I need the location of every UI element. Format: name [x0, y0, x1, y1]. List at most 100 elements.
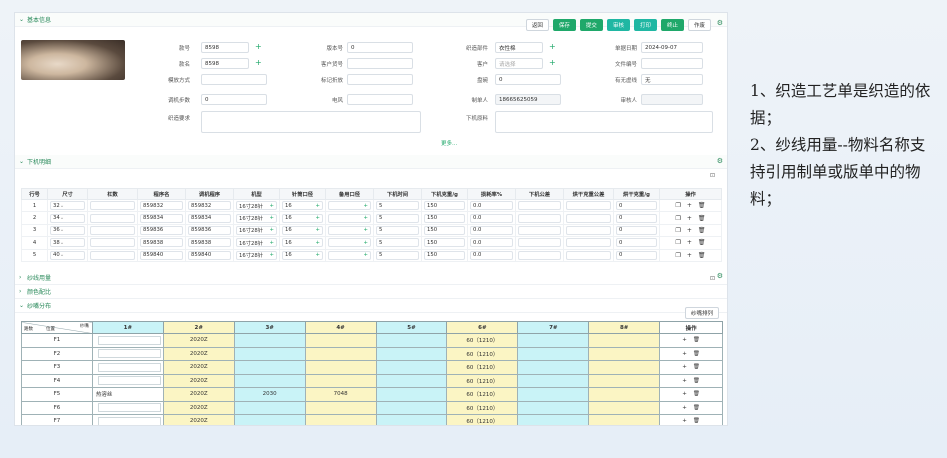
customer-select[interactable]: 请选择 [495, 58, 543, 69]
yarn-cell[interactable] [91, 373, 164, 388]
yarn-cell[interactable] [517, 360, 590, 375]
delete-icon[interactable]: 🗑 [693, 351, 700, 357]
cell-input[interactable]: 859836 [140, 225, 183, 235]
table-cell[interactable]: + [325, 223, 374, 238]
yarn-cell[interactable] [233, 346, 306, 361]
table-cell[interactable]: + [325, 248, 374, 262]
cell-input[interactable] [90, 250, 135, 260]
copy-icon[interactable]: ❐ [675, 252, 680, 259]
stop-button[interactable]: 终止 [660, 19, 684, 31]
table-cell[interactable] [563, 211, 614, 225]
table-cell[interactable]: 36 ⌄ [47, 223, 88, 238]
cell-input[interactable] [566, 201, 611, 211]
add-icon[interactable]: + [316, 240, 322, 246]
yarn-cell[interactable] [91, 360, 164, 375]
yarn-cell[interactable]: 2020Z [162, 387, 235, 402]
gear-icon[interactable]: ⚙ [717, 157, 723, 165]
cell-input[interactable]: 859832 [140, 201, 183, 211]
cell-input[interactable]: + [328, 225, 371, 235]
yarn-cell[interactable] [233, 333, 306, 348]
cell-input[interactable] [566, 238, 611, 248]
cell-input[interactable]: 0.0 [470, 250, 513, 260]
void-button[interactable]: 作废 [687, 19, 711, 31]
cell-input[interactable] [90, 201, 135, 211]
version-input[interactable]: 0 [347, 42, 413, 53]
audit-button[interactable]: 审核 [606, 19, 630, 31]
add-icon[interactable]: + [316, 215, 322, 221]
yarn-cell[interactable]: 60（1210） [446, 400, 519, 415]
yarn-cell[interactable]: 60（1210） [446, 333, 519, 348]
yarn-input[interactable] [97, 335, 161, 345]
yarn-cell[interactable]: 2020Z [162, 373, 235, 388]
table-cell[interactable]: 150 [421, 248, 468, 262]
yarn-cell[interactable] [375, 414, 448, 425]
add-icon[interactable]: + [687, 239, 692, 246]
add-icon[interactable]: + [687, 252, 692, 259]
yarn-cell[interactable] [588, 373, 661, 388]
yarn-cell[interactable]: 2020Z [162, 346, 235, 361]
cell-input[interactable]: 859834 [140, 213, 183, 223]
plate-input[interactable]: 0 [495, 74, 561, 85]
table-cell[interactable] [563, 248, 614, 262]
table-cell[interactable] [87, 223, 138, 238]
table-cell[interactable]: 150 [421, 223, 468, 238]
add-icon[interactable]: + [270, 227, 276, 233]
table-cell[interactable]: 16 + [279, 223, 326, 238]
add-icon[interactable]: + [364, 203, 370, 209]
table-cell[interactable]: + [325, 198, 374, 213]
add-icon[interactable]: + [316, 252, 322, 258]
yarn-cell[interactable] [304, 400, 377, 415]
yarn-cell[interactable] [517, 400, 590, 415]
delete-icon[interactable]: 🗑 [693, 418, 700, 424]
yarn-cell[interactable] [91, 333, 164, 348]
yarn-cell[interactable] [375, 360, 448, 375]
delete-icon[interactable]: 🗑 [693, 405, 700, 411]
add-icon[interactable]: + [270, 252, 276, 258]
add-icon[interactable]: + [687, 215, 692, 222]
yarn-cell[interactable] [375, 346, 448, 361]
yarn-cell[interactable] [588, 346, 661, 361]
cell-input[interactable]: + [328, 213, 371, 223]
yarn-cell[interactable]: 60（1210） [446, 346, 519, 361]
cell-input[interactable]: 16 + [282, 213, 323, 223]
table-cell[interactable]: 859836 [185, 223, 234, 238]
delete-icon[interactable]: 🗑 [698, 227, 706, 234]
delete-icon[interactable]: 🗑 [693, 391, 700, 397]
submit-button[interactable]: 提交 [579, 19, 603, 31]
yarn-cell[interactable] [588, 400, 661, 415]
table-cell[interactable] [515, 223, 564, 238]
yarn-input[interactable] [97, 349, 161, 359]
table-cell[interactable]: 150 [421, 211, 468, 225]
yarn-cell[interactable]: 2020Z [162, 360, 235, 375]
add-icon[interactable]: + [682, 337, 687, 343]
cell-input[interactable] [90, 238, 135, 248]
table-cell[interactable] [563, 223, 614, 238]
mark-input[interactable] [347, 74, 413, 85]
more-link[interactable]: 更多... [441, 139, 457, 147]
cell-input[interactable]: 150 [424, 225, 465, 235]
yarn-sort-button[interactable]: 纱嘴排列 [684, 307, 719, 319]
cell-input[interactable]: 16 + [282, 250, 323, 260]
print-button[interactable]: 打印 [633, 19, 657, 31]
yarn-cell[interactable] [517, 373, 590, 388]
yarn-input[interactable] [97, 362, 161, 372]
table-cell[interactable]: 0.0 [467, 211, 516, 225]
copy-icon[interactable]: ❐ [675, 215, 680, 222]
yarn-cell[interactable] [233, 400, 306, 415]
table-cell[interactable]: 16寸28针 + [233, 248, 280, 262]
yarn-cell[interactable] [517, 387, 590, 402]
cell-input[interactable]: 5 [376, 225, 419, 235]
cell-input[interactable]: 0 [616, 201, 657, 211]
cell-input[interactable]: 34 ⌄ [50, 213, 85, 223]
table-cell[interactable] [87, 211, 138, 225]
style-name-input[interactable]: 8598 [201, 58, 249, 69]
date-input[interactable]: 2024-09-07 [641, 42, 703, 53]
yarn-cell[interactable] [233, 360, 306, 375]
cell-input[interactable]: 859832 [188, 201, 231, 211]
table-cell[interactable]: 859838 [185, 236, 234, 250]
cell-input[interactable]: 5 [376, 238, 419, 248]
yarn-cell[interactable] [588, 387, 661, 402]
yarn-cell[interactable] [517, 346, 590, 361]
cell-input[interactable]: 36 ⌄ [50, 225, 85, 235]
file-no-input[interactable] [641, 58, 703, 69]
